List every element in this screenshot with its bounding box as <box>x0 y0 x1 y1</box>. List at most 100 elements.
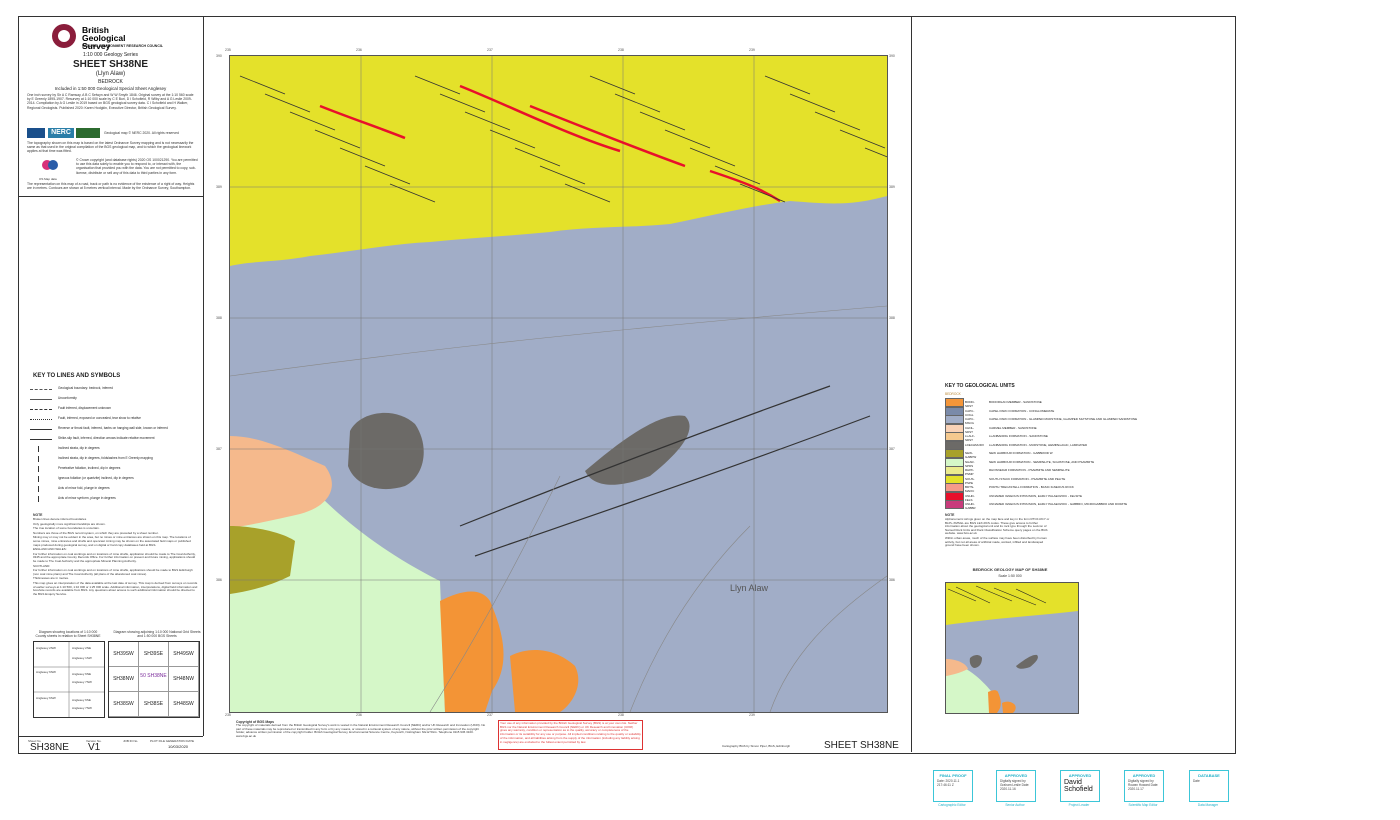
grid-y-label: 386 <box>889 578 895 582</box>
stamp-caption: Senior Author <box>1005 803 1025 807</box>
grid-y-label: 386 <box>216 578 222 582</box>
unit-code: NHAR-SPDS <box>965 459 975 468</box>
unit-code: UNHD-GABBR <box>965 502 976 510</box>
dark-grey-unit-west <box>348 412 424 490</box>
grid-y-label: 390 <box>889 54 895 58</box>
symbol-swatch <box>38 446 43 452</box>
unit-name: CARMEL MEMBER - SANDSTONE <box>989 425 1037 430</box>
geological-map[interactable]: Llyn Alaw <box>229 55 888 713</box>
grid-y-label: 389 <box>216 185 222 189</box>
stamp-caption: Project Leader <box>1068 803 1090 807</box>
job-label: JOB ID No. <box>123 739 139 743</box>
grid-x-label: 237 <box>487 713 493 717</box>
county-diagram-title: Diagram showing locations of 1:10 000 Co… <box>35 630 101 639</box>
theme-label: BEDROCK <box>98 79 123 85</box>
key-note-title: NOTE <box>33 513 43 517</box>
grid-y-label: 387 <box>889 447 895 451</box>
topo-note: The topography shown on this map is base… <box>27 141 194 154</box>
ukri-logo <box>27 128 45 138</box>
unit-name: RHOSNEIGR FORMATION - PSAMMITE AND SEMIP… <box>989 468 1070 472</box>
symbol-label: Axis of minor fold, plunge in degrees <box>58 486 110 490</box>
symbol-swatch <box>38 466 43 472</box>
sheet-cell: SH48NW <box>169 667 199 692</box>
map-canvas[interactable]: Llyn Alaw <box>230 56 887 712</box>
unit-name: BODORGAN MEMBER - SANDSTONE <box>989 400 1042 404</box>
sheet-title: SHEET SH38NE <box>72 59 149 70</box>
grid-y-label: 390 <box>216 54 222 58</box>
symbol-swatch <box>38 486 43 492</box>
symbol-row: Unconformity <box>30 396 200 402</box>
sheet-cell: SH48SW <box>169 692 199 717</box>
unit-name: LLANBADRIG FORMATION - SANDSTONE <box>989 434 1048 438</box>
county-label: Anglesey 1SW <box>72 656 92 660</box>
unit-name: NEW HARBOUR FORMATION - GABBROID W <box>989 451 1053 455</box>
symbol-label: Fault, inferred, exposed or concealed, t… <box>58 416 141 420</box>
symbol-row: Inclined strata, dip in degrees, foldsla… <box>30 456 200 462</box>
stamp-caption: Data Manager <box>1197 803 1219 807</box>
nerc-banner <box>76 128 100 138</box>
grid-y-label: 388 <box>216 316 222 320</box>
unit-name: LLANBADRIG FORMATION - MUDSTONE, HEMIPEL… <box>989 442 1088 447</box>
unit-name: PORTH TRECASTELL FORMATION - BASIC IGNEO… <box>989 485 1074 489</box>
grid-y-label: 389 <box>889 185 895 189</box>
stamp-body: Date <box>1193 779 1200 783</box>
sheet-cell: SH39SW <box>109 642 139 667</box>
county-label: Anglesey 6SW <box>36 696 56 700</box>
county-label: Anglesey 2NW <box>36 646 56 650</box>
copyright-text: The copyright of materials derived from … <box>236 724 486 739</box>
unit-code: CHNL-SDST <box>965 425 975 434</box>
sheet-cell: SH49SW <box>169 642 199 667</box>
note-line: For further information on coal workings… <box>33 568 193 576</box>
unit-swatch <box>945 500 964 509</box>
county-label: Anglesey 6NW <box>36 670 56 674</box>
unit-code: NEW-GABPW <box>965 451 977 459</box>
symbol-row: Axis of minor synform, plunge in degrees <box>30 496 200 502</box>
plot-date: 10/03/2020 <box>168 744 189 749</box>
sheet-cell: SH38NW <box>109 667 139 692</box>
version-value: V1 <box>88 742 101 753</box>
symbol-label: Strike-slip fault, inferred, direction a… <box>58 436 155 440</box>
symbol-swatch <box>30 389 52 390</box>
crown-note: © Crown copyright (and database rights) … <box>76 158 198 175</box>
unit-code: LLALF-SDST <box>965 434 975 442</box>
county-diagram-lines <box>34 642 104 717</box>
unit-name: CAPEL PARC FORMATION - CONGLOMERATE <box>989 408 1055 413</box>
symbol-swatch <box>30 399 52 400</box>
symbol-swatch <box>30 429 52 430</box>
symbol-row: Penetrative foliation, inclined, dip in … <box>30 466 200 472</box>
rights-note: The representation on this map of a road… <box>27 182 195 191</box>
stamp-body: Date: 2020.11.1 217:46:11 Z <box>937 779 960 787</box>
approval-stamp: FINAL PROOF Date: 2020.11.1 217:46:11 Z <box>933 770 973 802</box>
county-label: Anglesey 7NW <box>72 680 92 684</box>
big-sheet-label: SHEET SH38NE <box>824 740 899 751</box>
unit-name: NEW HARBOUR FORMATION - SEMIPELITE, SCHI… <box>989 459 1095 464</box>
grid-x-label: 236 <box>356 713 362 717</box>
copyright-line: Geological map © NERC 2020. All rights r… <box>104 131 179 135</box>
county-label: Anglesey 7NW <box>72 706 92 710</box>
unit-code: CAPC-MSCG <box>965 417 975 425</box>
liability-notice: Your use of any information provided by … <box>498 720 643 750</box>
symbol-label: Inclined strata, dip in degrees, foldsla… <box>58 456 153 460</box>
inset-map[interactable] <box>945 582 1079 714</box>
grid-x-label: 235 <box>225 48 231 52</box>
grid-x-label: 235 <box>225 713 231 717</box>
symbol-row: Axis of minor fold, plunge in degrees <box>30 486 200 492</box>
unit-name: UNNAMED IGNEOUS INTRUSION, EARLY PALAEOZ… <box>989 493 1083 498</box>
sheet-cell: SH39SE <box>139 642 169 667</box>
unit-name: CAPEL PARC FORMATION - GLAMPED MUDSTONE,… <box>989 417 1138 421</box>
grid-x-label: 238 <box>618 48 624 52</box>
stamp-body: Digitally signed by Graham Leslie Date: … <box>1000 779 1030 791</box>
grid-x-label: 239 <box>749 48 755 52</box>
unit-code: RHPF-PSMP <box>965 468 975 476</box>
unit-code: BDTN-MAFIC <box>965 485 975 493</box>
cartography-credit: Cartography BGS by Simon Piper, BGS, Edi… <box>722 744 791 748</box>
county-label: Anglesey 2NE <box>72 646 92 650</box>
symbol-row: Reverse or thrust fault, inferred, barbs… <box>30 426 200 432</box>
inset-scale: Scale 1:50 000 <box>998 574 1022 578</box>
note-line: This map gives an interpretation of the … <box>33 580 198 596</box>
sheet-cell: SH38SE <box>139 692 169 717</box>
sheet-cell: 50 SH38NE <box>139 667 169 692</box>
symbol-label: Reverse or thrust fault, inferred, barbs… <box>58 426 168 430</box>
unit-name: UNNAMED IGNEOUS INTRUSION, EARLY PALAEOZ… <box>989 502 1128 506</box>
sheet-info-strip: Sheet No. Version No. JOB ID No. PLOT FI… <box>18 736 203 753</box>
